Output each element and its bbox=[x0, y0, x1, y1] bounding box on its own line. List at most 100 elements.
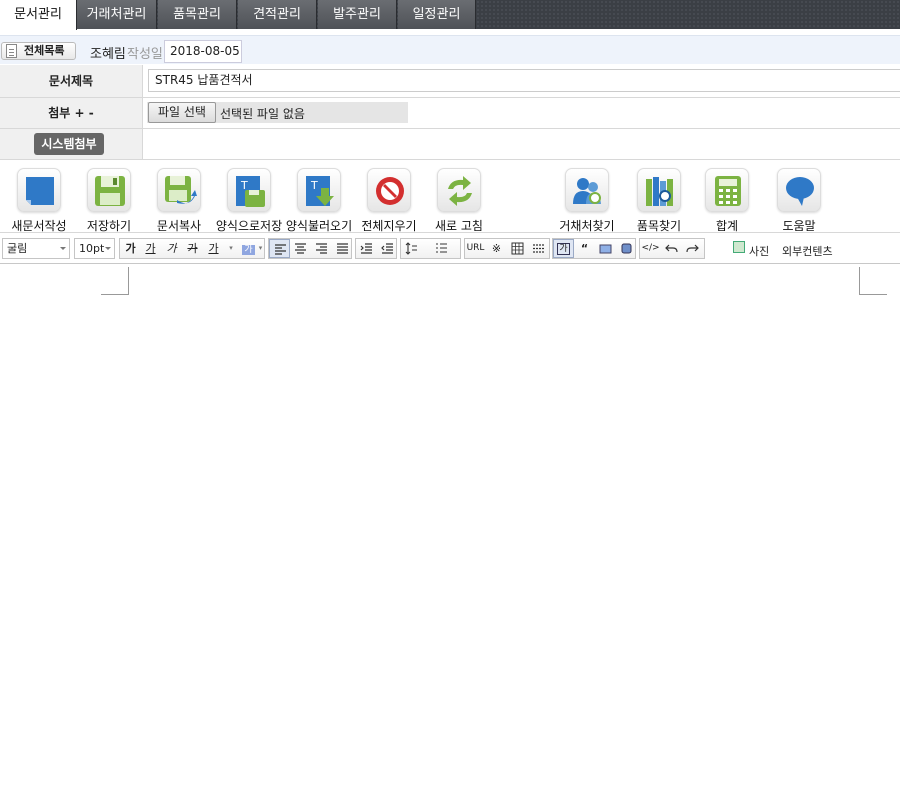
background-color-swatch: 가 bbox=[242, 245, 255, 255]
quote-button[interactable]: “ bbox=[574, 239, 595, 258]
outdent-button[interactable] bbox=[377, 239, 398, 258]
copy-document-button[interactable]: 문서복사 bbox=[142, 168, 216, 233]
page-corner-mark bbox=[859, 267, 887, 295]
indent-icon bbox=[360, 243, 372, 254]
save-icon bbox=[87, 168, 131, 212]
table-button[interactable] bbox=[507, 239, 528, 258]
new-document-icon bbox=[17, 168, 61, 212]
chevron-down-icon bbox=[105, 247, 111, 250]
text-style-group: 가 가 가 가 가 ▾ 가 ▾ bbox=[119, 238, 265, 259]
tab-customer-management[interactable]: 거래처관리 bbox=[77, 0, 157, 29]
tab-item-management[interactable]: 품목관리 bbox=[158, 0, 237, 29]
align-center-icon bbox=[295, 243, 306, 254]
tab-estimate-management[interactable]: 견적관리 bbox=[238, 0, 317, 29]
file-input[interactable]: 파일 선택 선택된 파일 없음 bbox=[147, 102, 408, 123]
attach-label[interactable]: 첨부 + - bbox=[0, 98, 143, 128]
font-family-value: 굴림 bbox=[7, 242, 28, 255]
tab-schedule-management[interactable]: 일정관리 bbox=[398, 0, 476, 29]
tab-document-management[interactable]: 문서관리 bbox=[0, 0, 77, 30]
font-size-select[interactable]: 10pt bbox=[74, 238, 115, 259]
clear-all-button[interactable]: 전체지우기 bbox=[352, 168, 426, 233]
indent-button[interactable] bbox=[356, 239, 377, 258]
align-right-icon bbox=[316, 243, 327, 254]
redo-button[interactable] bbox=[682, 239, 703, 258]
date-input[interactable]: 2018-08-05 bbox=[164, 40, 242, 63]
list-button[interactable] bbox=[431, 239, 461, 258]
horizontal-rule-button[interactable] bbox=[528, 239, 549, 258]
file-select-button[interactable]: 파일 선택 bbox=[148, 102, 216, 123]
undo-icon bbox=[665, 244, 678, 253]
align-right-button[interactable] bbox=[311, 239, 332, 258]
font-family-select[interactable]: 굴림 bbox=[2, 238, 70, 259]
italic-button[interactable]: 가 bbox=[161, 239, 182, 258]
help-button[interactable]: 도움말 bbox=[762, 168, 836, 233]
align-justify-button[interactable] bbox=[332, 239, 353, 258]
align-left-icon bbox=[275, 244, 286, 255]
save-template-button[interactable]: T 양식으로저장 bbox=[212, 168, 286, 233]
editor-toolbar: 굴림 10pt 가 가 가 가 가 ▾ 가 ▾ URL ※ 가 “ </> 사진… bbox=[0, 234, 900, 264]
background-block-icon bbox=[599, 244, 612, 254]
font-color-dropdown[interactable]: ▾ bbox=[224, 239, 238, 258]
attach-row: 첨부 + - 파일 선택 선택된 파일 없음 bbox=[0, 98, 900, 129]
background-color-dropdown[interactable]: ▾ bbox=[256, 239, 265, 258]
font-color-button[interactable]: 가 bbox=[203, 239, 224, 258]
system-attach-cell: 시스템첨부 bbox=[0, 129, 143, 159]
load-template-icon: T bbox=[297, 168, 341, 212]
calculator-icon bbox=[705, 168, 749, 212]
underline-button[interactable]: 가 bbox=[140, 239, 161, 258]
editor-canvas[interactable] bbox=[0, 265, 900, 800]
align-center-button[interactable] bbox=[290, 239, 311, 258]
bold-button[interactable]: 가 bbox=[120, 239, 141, 258]
refresh-button[interactable]: 새로 고침 bbox=[422, 168, 496, 233]
line-height-button[interactable] bbox=[401, 239, 431, 258]
layer-button[interactable] bbox=[616, 239, 637, 258]
font-size-value: 10pt bbox=[79, 242, 105, 255]
help-label: 도움말 bbox=[782, 219, 816, 233]
full-list-label: 전체목록 bbox=[24, 44, 65, 57]
tab-bar: 문서관리 거래처관리 품목관리 견적관리 발주관리 일정관리 bbox=[0, 0, 900, 30]
undo-button[interactable] bbox=[661, 239, 682, 258]
align-left-button[interactable] bbox=[269, 239, 290, 258]
source-button[interactable]: </> bbox=[640, 239, 661, 258]
refresh-icon bbox=[437, 168, 481, 212]
external-content-button[interactable]: 외부컨텐츠 bbox=[782, 243, 833, 259]
new-document-button[interactable]: 새문서작성 bbox=[2, 168, 76, 233]
title-input[interactable]: STR45 납품견적서 bbox=[148, 69, 900, 92]
sum-button[interactable]: 합계 bbox=[690, 168, 764, 233]
find-item-icon bbox=[637, 168, 681, 212]
refresh-label: 새로 고침 bbox=[435, 219, 483, 233]
url-button[interactable]: URL bbox=[465, 239, 486, 258]
action-toolbar: 새문서작성 저장하기 문서복사 T 양식으로저장 T 양식불러오기 전체지우기 bbox=[0, 160, 900, 233]
chevron-down-icon bbox=[60, 247, 66, 250]
file-none-text: 선택된 파일 없음 bbox=[220, 107, 305, 121]
layer-icon bbox=[621, 243, 632, 254]
help-icon bbox=[777, 168, 821, 212]
char-box-button[interactable]: 가 bbox=[553, 239, 574, 258]
redo-icon bbox=[686, 244, 699, 253]
tab-order-management[interactable]: 발주관리 bbox=[318, 0, 397, 29]
find-customer-icon bbox=[565, 168, 609, 212]
photo-button[interactable]: 사진 bbox=[749, 243, 769, 259]
indent-group bbox=[355, 238, 397, 259]
save-button[interactable]: 저장하기 bbox=[72, 168, 146, 233]
save-template-icon: T bbox=[227, 168, 271, 212]
strikethrough-button[interactable]: 가 bbox=[182, 239, 203, 258]
full-list-button[interactable]: 전체목록 bbox=[1, 42, 76, 60]
author-name: 조혜림 bbox=[90, 47, 126, 62]
page-corner-mark bbox=[101, 267, 129, 295]
load-template-button[interactable]: T 양식불러오기 bbox=[282, 168, 356, 233]
background-block-button[interactable] bbox=[595, 239, 616, 258]
title-row: 문서제목 STR45 납품견적서 bbox=[0, 65, 900, 98]
svg-text:T: T bbox=[310, 179, 318, 192]
block-group: 가 “ bbox=[552, 238, 636, 259]
system-attach-row: 시스템첨부 bbox=[0, 129, 900, 160]
table-icon bbox=[511, 242, 524, 255]
special-char-button[interactable]: ※ bbox=[486, 239, 507, 258]
title-label: 문서제목 bbox=[0, 65, 143, 97]
system-attach-button[interactable]: 시스템첨부 bbox=[34, 133, 104, 155]
align-group bbox=[268, 238, 352, 259]
clear-all-icon bbox=[367, 168, 411, 212]
find-customer-button[interactable]: 거채처찾기 bbox=[550, 168, 624, 233]
horizontal-rule-icon bbox=[533, 244, 544, 253]
outdent-icon bbox=[381, 243, 393, 254]
